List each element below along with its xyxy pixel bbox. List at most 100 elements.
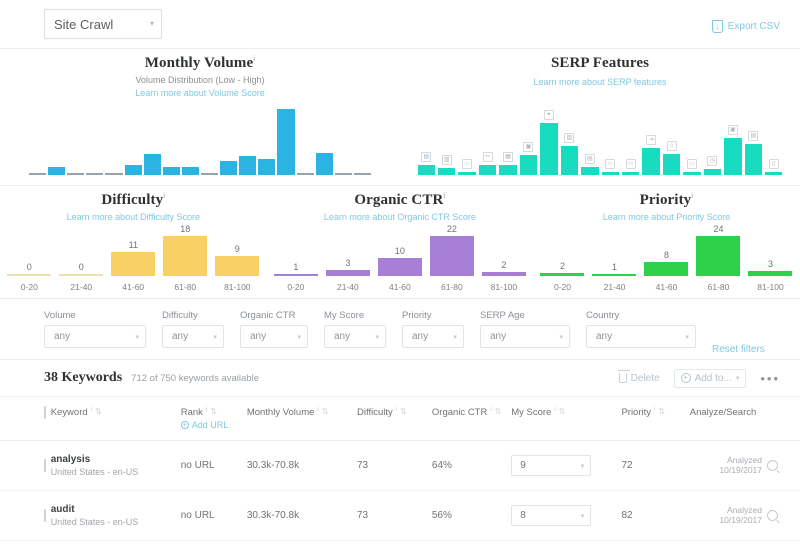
histogram-bar[interactable]: 2 (540, 224, 585, 276)
histogram-learn-more-link[interactable]: Learn more about Priority Score (533, 212, 800, 222)
bar (540, 123, 558, 175)
volume-bar[interactable] (258, 97, 276, 175)
histogram-bar[interactable]: 3 (748, 224, 793, 276)
filter-serp-age: SERP Age any ▾ (480, 310, 570, 348)
volume-bar[interactable] (86, 97, 104, 175)
serp-bar-hotel-pack[interactable]: ▤ (744, 103, 762, 175)
row-checkbox[interactable] (44, 459, 46, 472)
header-difficulty[interactable]: Difficulty i ⇅ (357, 396, 432, 441)
bar-value: 3 (345, 258, 351, 268)
filter-select[interactable]: any ▾ (44, 325, 146, 348)
volume-bar[interactable] (277, 97, 295, 175)
serp-bar-knowledge-panel[interactable]: ▨ (560, 103, 579, 175)
trash-icon (617, 370, 630, 383)
bar (581, 167, 599, 175)
volume-bar[interactable] (334, 97, 352, 175)
search-icon[interactable] (767, 460, 778, 471)
serp-bar-jobs[interactable]: ▯ (765, 103, 783, 175)
serp-features-learn-more-link[interactable]: Learn more about SERP features (400, 77, 800, 87)
histogram-bar[interactable]: 0 (59, 224, 104, 276)
histogram-bar[interactable]: 3 (325, 224, 370, 276)
filter-select[interactable]: any ▾ (480, 325, 570, 348)
volume-bar[interactable] (220, 97, 238, 175)
serp-bar-ad-top[interactable]: ☆ (662, 103, 681, 175)
histogram-bar[interactable]: 1 (592, 224, 637, 276)
header-monthly-volume[interactable]: Monthly Volume i ⇅ (246, 396, 357, 441)
table-row[interactable]: audit United States - en-US no URL 30.3k-70… (0, 490, 800, 541)
volume-bar[interactable] (162, 97, 180, 175)
my-score-select[interactable]: 8 ▾ (511, 505, 592, 526)
volume-bar[interactable] (105, 97, 123, 175)
info-icon[interactable]: i (253, 56, 255, 63)
my-score-select[interactable]: 9 ▾ (511, 455, 592, 476)
serp-bar-shopping[interactable]: ✦ (540, 103, 558, 175)
header-keyword[interactable]: Keyword i ⇅ (50, 396, 181, 441)
filter-select[interactable]: any ▾ (402, 325, 464, 348)
info-icon[interactable]: i (443, 193, 445, 200)
filter-select[interactable]: any ▾ (240, 325, 308, 348)
histogram-bar[interactable]: 2 (481, 224, 526, 276)
histogram-bar[interactable]: 18 (163, 224, 208, 276)
serp-bar-video[interactable]: ▣ (519, 103, 538, 175)
histogram-bar[interactable]: 0 (7, 224, 52, 276)
volume-bar[interactable] (48, 97, 66, 175)
histogram-bar[interactable]: 10 (377, 224, 422, 276)
info-icon[interactable]: i (163, 193, 165, 200)
histogram-bar[interactable]: 11 (111, 224, 156, 276)
header-rank[interactable]: Rank i ⇅ + Add URL (180, 396, 247, 441)
filter-select[interactable]: any ▾ (586, 325, 696, 348)
serp-bar-image-pack[interactable]: ▭ (458, 103, 476, 175)
serp-bar-local-pack[interactable]: ▤ (581, 103, 599, 175)
volume-bar[interactable] (181, 97, 199, 175)
volume-bar[interactable] (67, 97, 85, 175)
histogram-bar[interactable]: 22 (429, 224, 474, 276)
serp-bar-tweets[interactable]: ▭ (601, 103, 619, 175)
volume-bar[interactable] (239, 97, 257, 175)
rank-cell: no URL (180, 490, 247, 541)
serp-bar-app-pack[interactable]: ⇥ (642, 103, 660, 175)
volume-bar[interactable] (296, 97, 314, 175)
info-icon[interactable]: i (691, 193, 693, 200)
search-icon[interactable] (767, 510, 778, 521)
header-my-score[interactable]: My Score i ⇅ (511, 396, 622, 441)
chevron-down-icon: ▾ (149, 19, 154, 28)
export-csv-button[interactable]: ↓ Export CSV (711, 20, 780, 33)
filter-label: SERP Age (480, 310, 525, 321)
volume-bar[interactable] (201, 97, 219, 175)
header-organic-ctr[interactable]: Organic CTR i ⇅ (431, 396, 512, 441)
filter-select[interactable]: any ▾ (324, 325, 386, 348)
add-to-button[interactable]: + Add to... ▾ (673, 368, 747, 388)
volume-bar[interactable] (29, 97, 47, 175)
serp-bar-related-questions[interactable]: ◷ (703, 103, 722, 175)
row-checkbox[interactable] (44, 509, 46, 522)
histogram-bar[interactable]: 8 (644, 224, 689, 276)
volume-bar[interactable] (315, 97, 333, 175)
crawl-select[interactable]: Site Crawl ▾ (44, 9, 162, 39)
select-all-checkbox[interactable] (44, 406, 46, 419)
delete-button[interactable]: Delete (617, 370, 660, 384)
volume-bar[interactable] (124, 97, 142, 175)
serp-bar-local-teaser[interactable]: ▭ (621, 103, 640, 175)
serp-bar-ad-bottom[interactable]: ▭ (683, 103, 701, 175)
serp-bar-reviews[interactable]: ▥ (438, 103, 456, 175)
bar (181, 167, 199, 175)
serp-bar-carousel[interactable]: ▣ (724, 103, 742, 175)
histogram-learn-more-link[interactable]: Learn more about Difficulty Score (0, 212, 267, 222)
more-options-button[interactable]: ••• (760, 371, 780, 386)
volume-bar[interactable] (353, 97, 371, 175)
histogram-learn-more-link[interactable]: Learn more about Organic CTR Score (267, 212, 534, 222)
table-row[interactable]: analysis United States - en-US no URL 30.3k… (0, 440, 800, 491)
histogram-bar[interactable]: 1 (273, 224, 318, 276)
bar (429, 236, 474, 276)
serp-bar-news[interactable]: ✂ (478, 103, 497, 175)
reset-filters-link[interactable]: Reset filters (712, 344, 765, 355)
serp-bar-site-links[interactable]: ▦ (499, 103, 517, 175)
header-priority[interactable]: Priority i ⇅ (621, 396, 690, 441)
volume-bar[interactable] (143, 97, 161, 175)
histogram-bar[interactable]: 24 (696, 224, 741, 276)
add-url-button[interactable]: + Add URL (180, 420, 247, 430)
serp-bar-featured-snippet[interactable]: ▤ (417, 103, 435, 175)
histogram-bar[interactable]: 9 (215, 224, 260, 276)
difficulty-cell: 73 (357, 490, 432, 541)
filter-select[interactable]: any ▾ (162, 325, 224, 348)
